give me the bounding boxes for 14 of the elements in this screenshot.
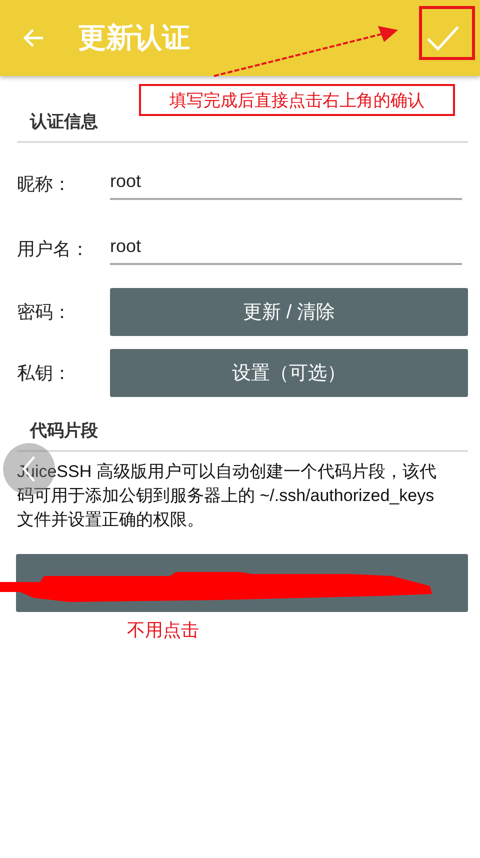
text-field[interactable]: root <box>110 232 462 265</box>
section-header: 代码片段 <box>17 403 468 452</box>
screen-title: 更新认证 <box>78 21 190 55</box>
action-button[interactable]: 设置（可选） <box>110 348 468 396</box>
annotation-callout: 填写完成后直接点击右上角的确认 <box>139 84 455 116</box>
field-label: 用户名： <box>17 238 90 260</box>
field-label: 私钥： <box>17 362 72 384</box>
action-button[interactable]: 更新 / 清除 <box>110 288 468 336</box>
highlight-frame <box>419 6 475 60</box>
description-text: JuiceSSH 高级版用户可以自动创建一个代码片段，该代码可用于添加公钥到服务器上的 ~/.ssh/authorized_keys 文件并设置正确的权限。 <box>17 461 437 531</box>
field-label: 昵称： <box>17 172 72 196</box>
annotation-note: 不用点击 <box>127 619 200 642</box>
field-label: 密码： <box>17 300 72 324</box>
text-field[interactable]: root <box>110 167 462 200</box>
